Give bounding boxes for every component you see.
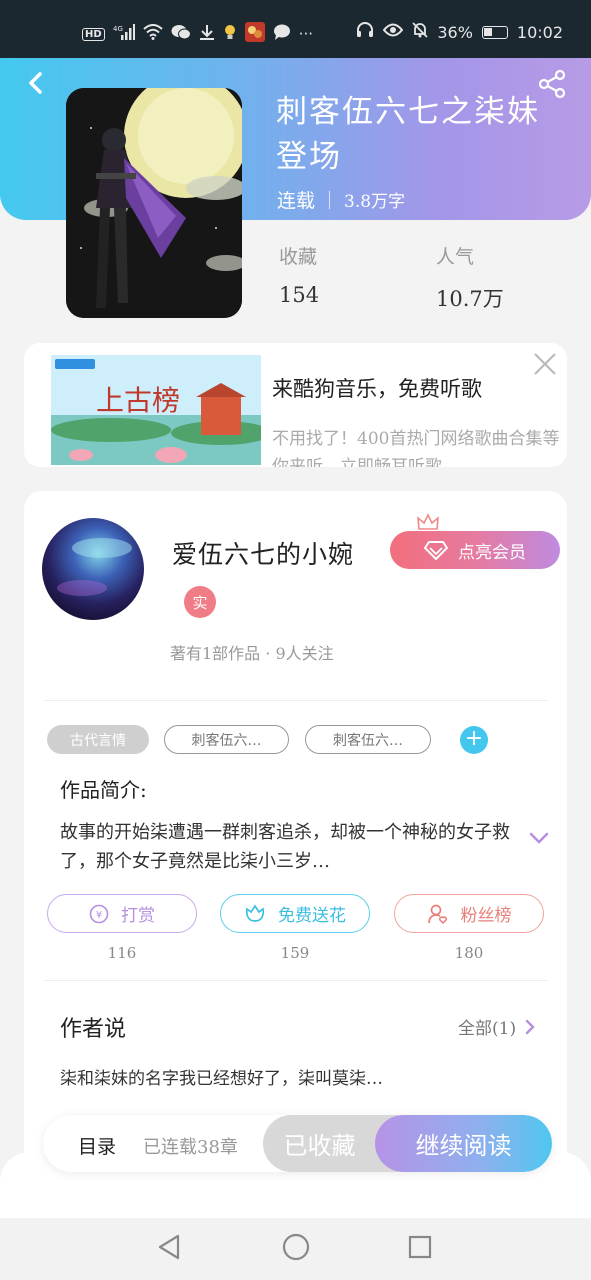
reading-bar: 目录 已连载38章 已收藏 继续阅读: [43, 1115, 552, 1172]
author-says-title: 作者说: [60, 1017, 127, 1042]
download-icon: [199, 24, 215, 44]
status-bar: HD 4G ··· 36% 10:02: [0, 0, 591, 58]
diamond-icon: [424, 541, 448, 560]
fan-rank-button[interactable]: 粉丝榜: [394, 894, 544, 933]
favorites-count: 154: [279, 283, 320, 307]
author-stats: 著有1部作品 · 9人关注: [170, 644, 334, 663]
intro-text: 故事的开始柒遭遇一群刺客追杀，却被一个神秘的女子救了，那个女子竟然是比柒小三岁…: [60, 822, 510, 872]
bulb-icon: [223, 24, 237, 44]
wechat-icon: [171, 24, 191, 44]
app-icon: [244, 22, 265, 46]
tag-keyword[interactable]: 刺客伍六…: [164, 725, 289, 754]
popularity-label: 人气: [436, 246, 475, 268]
nav-home-icon[interactable]: [282, 1233, 310, 1261]
chevron-right-icon: [525, 1019, 535, 1034]
author-says-text: 柒和柒妹的名字我已经想好了，柒叫莫柒…: [60, 1069, 383, 1089]
send-flower-button[interactable]: 免费送花: [220, 894, 370, 933]
vip-button[interactable]: 点亮会员: [390, 531, 560, 569]
wifi-icon: [143, 24, 163, 44]
ad-title: 来酷狗音乐，免费听歌: [272, 377, 482, 401]
hd-icon: HD: [82, 27, 105, 41]
real-name-badge: 实: [184, 586, 216, 618]
chapter-count[interactable]: 已连载38章: [143, 1133, 238, 1159]
favorited-label: 已收藏: [283, 1132, 356, 1160]
crown-icon: [417, 513, 439, 530]
continue-reading-button[interactable]: 继续阅读: [375, 1115, 552, 1172]
reward-button[interactable]: ¥ 打赏: [47, 894, 197, 933]
ad-banner[interactable]: 上古榜 来酷狗音乐，免费听歌 不用找了！400首热门网络歌曲合集等你来听，立即畅…: [24, 343, 567, 467]
battery-level: [483, 27, 492, 36]
tag-genre[interactable]: 古代言情: [47, 725, 149, 754]
add-tag-icon[interactable]: +: [460, 726, 488, 754]
all-label: 全部(1): [458, 1019, 517, 1039]
serial-status: 连载: [277, 190, 316, 212]
eye-icon: [383, 23, 404, 41]
svg-text:¥: ¥: [96, 910, 102, 921]
author-says-all-link[interactable]: 全部(1): [458, 1014, 536, 1039]
back-icon[interactable]: [22, 68, 52, 98]
chevron-down-icon[interactable]: [528, 830, 550, 846]
divider: [44, 700, 547, 701]
avatar[interactable]: [42, 518, 144, 620]
intro-title: 作品简介:: [60, 778, 147, 802]
svg-text:上古榜: 上古榜: [96, 384, 180, 417]
book-meta: 连载 3.8万字: [277, 186, 405, 213]
ad-description: 不用找了！400首热门网络歌曲合集等你来听，立即畅耳听歌……: [272, 429, 560, 467]
word-count: 3.8万字: [344, 192, 406, 212]
flower-count: 159: [280, 944, 310, 962]
headset-icon: [356, 22, 374, 42]
fan-icon: [427, 904, 447, 924]
reward-count: 116: [107, 944, 137, 962]
popularity-count: 10.7万: [436, 287, 504, 311]
book-title: 刺客伍六七之柒妹登场: [276, 94, 540, 175]
fan-rank-label: 粉丝榜: [460, 906, 512, 926]
meta-divider: [329, 190, 331, 209]
clock: 10:02: [516, 22, 563, 42]
coin-icon: ¥: [89, 904, 109, 923]
more-icon: ···: [298, 25, 313, 43]
flower-icon: [245, 903, 265, 922]
divider: [44, 980, 547, 981]
favorites-stat: 收藏 154: [279, 242, 319, 307]
close-icon[interactable]: [532, 351, 558, 377]
battery-percent: 36%: [437, 22, 473, 42]
chat-icon: [273, 24, 291, 44]
popularity-stat: 人气 10.7万: [436, 242, 504, 313]
author-name: 爱伍六七的小婉: [172, 540, 355, 569]
tag-keyword[interactable]: 刺客伍六…: [305, 725, 431, 754]
nav-back-icon[interactable]: [156, 1233, 182, 1261]
network-label: 4G: [113, 25, 123, 33]
directory-button[interactable]: 目录: [78, 1132, 116, 1159]
battery-icon: [481, 25, 508, 39]
fan-rank-count: 180: [454, 944, 484, 962]
reward-label: 打赏: [121, 906, 155, 926]
book-cover[interactable]: [66, 88, 242, 318]
favorites-label: 收藏: [279, 246, 318, 268]
send-flower-label: 免费送花: [278, 906, 346, 926]
mute-icon: [412, 22, 428, 42]
ad-image: 上古榜: [51, 355, 261, 465]
signal-icon: 4G: [113, 24, 135, 44]
nav-recent-icon[interactable]: [408, 1235, 432, 1259]
vip-label: 点亮会员: [458, 542, 526, 563]
